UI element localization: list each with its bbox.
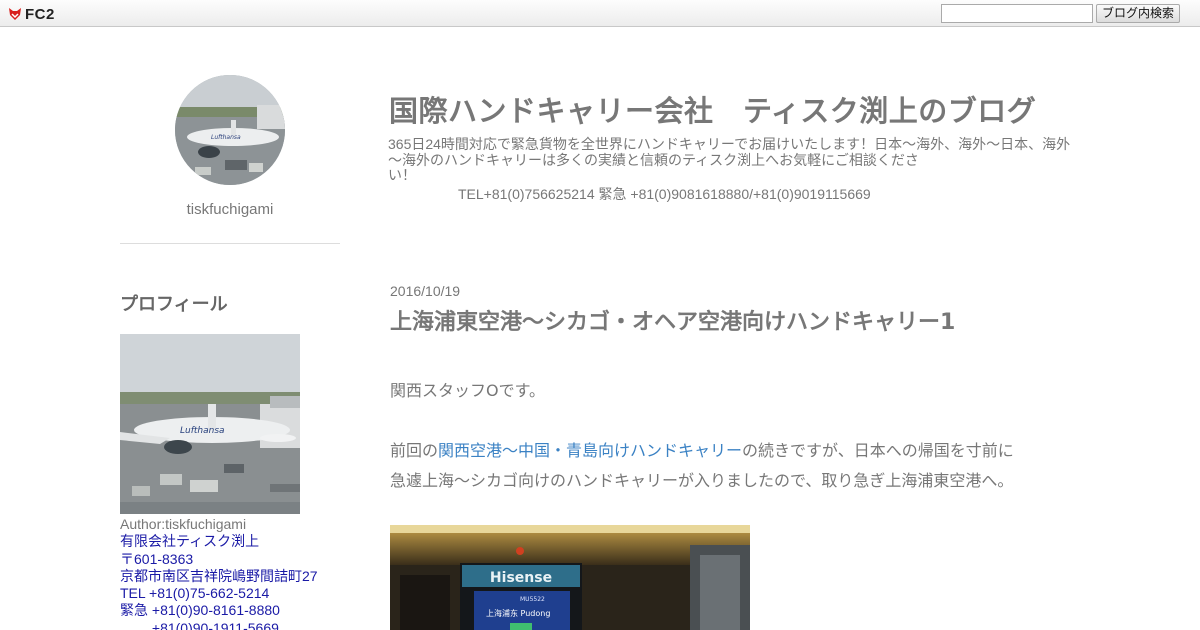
author-name[interactable]: tiskfuchigami (120, 201, 340, 218)
blog-description: 365日24時間対応で緊急貨物を全世界にハンドキャリーでお届けいたします！日本～… (388, 136, 1078, 202)
profile-details: Author:tiskfuchigami 有限会社ティスク渕上 〒601-836… (120, 516, 360, 630)
profile-author-line: Author:tiskfuchigami (120, 516, 247, 532)
blog-description-line: 365日24時間対応で緊急貨物を全世界にハンドキャリーでお届けいたします！日本～… (388, 136, 1071, 152)
entry-paragraph: 前回の関西空港～中国・青島向けハンドキャリーの続きですが、日本への帰国を寸前に (390, 436, 1070, 466)
profile-line: +81(0)90-1911-5669 (120, 619, 279, 630)
profile-line: 〒601-8363 (120, 550, 194, 567)
fc2-toolbar: FC2 ブログ内検索 (0, 0, 1200, 27)
profile-line: 緊急 +81(0)90-8161-8880 (120, 602, 280, 619)
entry-date: 2016/10/19 (390, 283, 461, 299)
profile-line: 京都市南区吉祥院嶋野間詰町27 (120, 567, 318, 584)
entry-paragraph: 急遽上海～シカゴ向けのハンドキャリーが入りましたので、取り急ぎ上海浦東空港へ。 (390, 471, 1014, 490)
profile-photo: Lufthansa (120, 334, 300, 514)
blog-description-line: い！ (388, 167, 416, 183)
entry-text: の続きですが、日本への帰国を寸前に (742, 441, 1014, 460)
entry-text: 前回の (390, 441, 439, 460)
photo-flight-text: MU5522 (520, 596, 545, 603)
entry-paragraph: 関西スタッフOです。 (390, 381, 545, 400)
fc2-fox-icon (7, 6, 23, 22)
blog-description-line: ～海外のハンドキャリーは多くの実績と信頼のティスク渕上へお気軽にご相談くださ (388, 151, 919, 168)
fc2-logo-text: FC2 (25, 5, 55, 23)
entry-title[interactable]: 上海浦東空港～シカゴ・オヘア空港向けハンドキャリー1 (390, 304, 955, 336)
profile-line: TEL +81(0)75-662-5214 (120, 585, 270, 602)
blog-tel-line: TEL+81(0)756625214 緊急 +81(0)9081618880/+… (458, 185, 871, 202)
author-avatar[interactable]: Lufthansa (175, 75, 285, 185)
photo-brand-text: Hisense (490, 570, 552, 586)
svg-text:Lufthansa: Lufthansa (180, 426, 225, 436)
blog-search-input[interactable] (941, 4, 1093, 23)
svg-text:Lufthansa: Lufthansa (211, 134, 241, 141)
profile-heading: プロフィール (120, 294, 228, 315)
previous-entry-link[interactable]: 関西空港～中国・青島向けハンドキャリー (438, 441, 742, 460)
photo-city-text: 上海浦东 Pudong (486, 608, 550, 618)
entry-body: 関西スタッフOです。 前回の関西空港～中国・青島向けハンドキャリーの続きですが、… (390, 376, 1070, 496)
blog-title[interactable]: 国際ハンドキャリー会社 ティスク渕上のブログ (389, 88, 1036, 130)
fc2-logo[interactable]: FC2 (7, 5, 55, 23)
sidebar-divider (120, 243, 340, 244)
blog-search-button[interactable]: ブログ内検索 (1096, 4, 1180, 23)
profile-line: 有限会社ティスク渕上 (120, 533, 260, 550)
entry-photo[interactable]: Hisense MU5522 上海浦东 Pudong (390, 525, 750, 630)
